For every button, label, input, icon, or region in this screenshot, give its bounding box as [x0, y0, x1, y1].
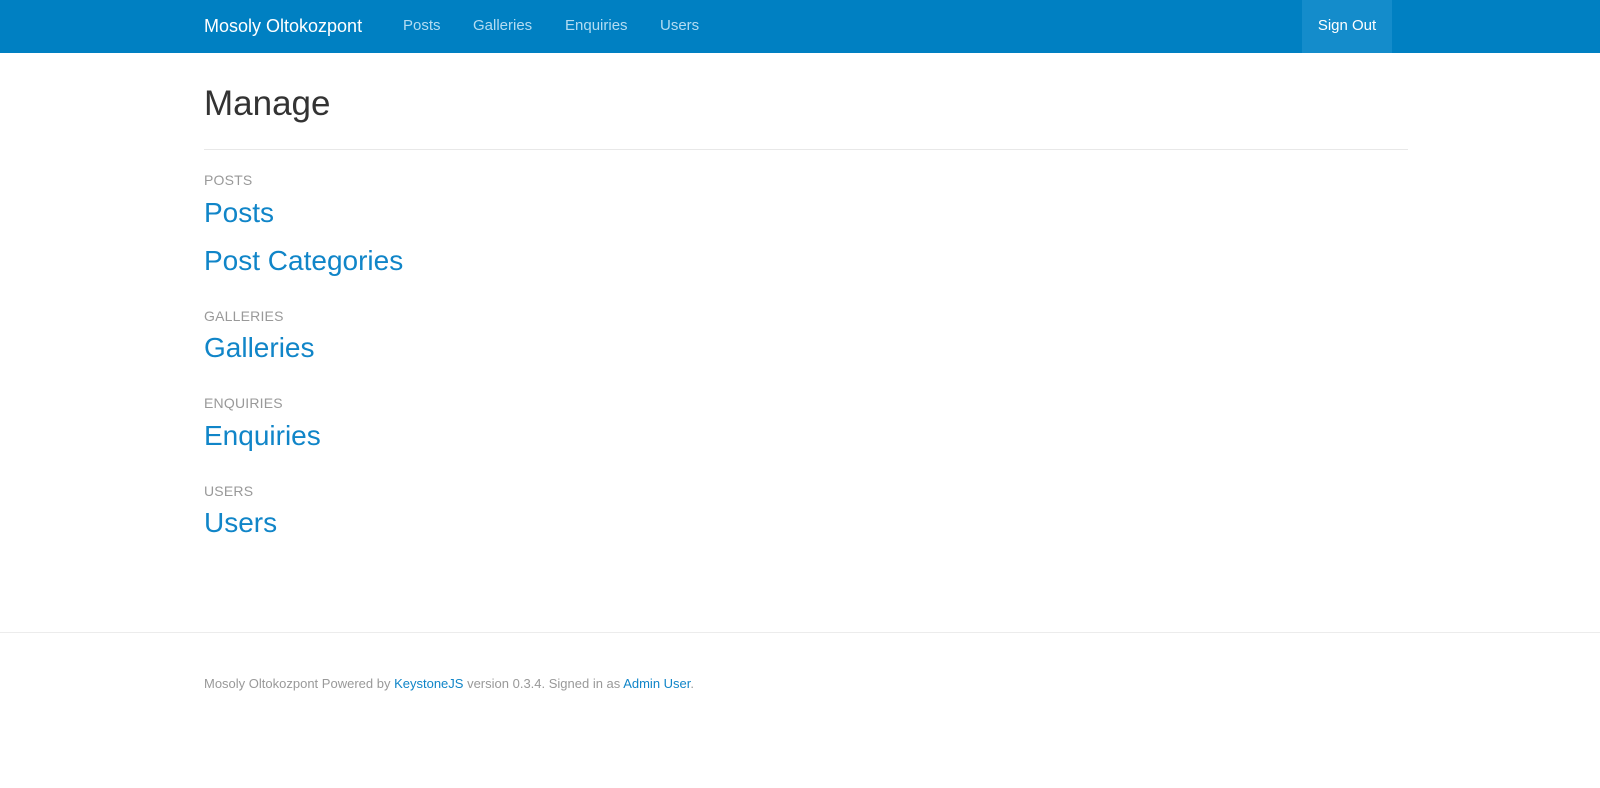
title-divider	[204, 149, 1408, 150]
nav-link-galleries[interactable]: Galleries	[473, 16, 532, 36]
nav-link-users[interactable]: Users	[660, 16, 699, 36]
keystonejs-link[interactable]: KeystoneJS	[394, 676, 463, 691]
section-heading-users: USERS	[204, 483, 254, 499]
sign-out-button[interactable]: Sign Out	[1302, 0, 1392, 53]
footer-end-period: .	[690, 676, 695, 691]
top-navbar: Mosoly Oltokozpont Posts Galleries Enqui…	[0, 0, 1600, 53]
brand-link[interactable]: Mosoly Oltokozpont	[204, 15, 362, 37]
footer-version-text: version 0.3.4. Signed in as	[467, 676, 621, 691]
page-title: Manage	[204, 84, 331, 123]
section-heading-enquiries: ENQUIRIES	[204, 395, 283, 411]
footer: Mosoly Oltokozpont Powered by KeystoneJS…	[204, 676, 694, 692]
manage-link-enquiries[interactable]: Enquiries	[204, 419, 321, 453]
manage-link-post-categories[interactable]: Post Categories	[204, 244, 403, 278]
manage-link-galleries[interactable]: Galleries	[204, 331, 314, 365]
signed-in-user-link[interactable]: Admin User	[623, 676, 690, 691]
section-heading-galleries: GALLERIES	[204, 308, 284, 324]
footer-divider	[0, 632, 1600, 633]
manage-link-users[interactable]: Users	[204, 506, 277, 540]
nav-link-posts[interactable]: Posts	[403, 16, 441, 36]
manage-link-posts[interactable]: Posts	[204, 196, 274, 230]
nav-link-enquiries[interactable]: Enquiries	[565, 16, 628, 36]
section-heading-posts: POSTS	[204, 172, 253, 188]
footer-site-name: Mosoly Oltokozpont	[204, 676, 319, 691]
footer-powered-by: Powered by	[321, 676, 391, 691]
